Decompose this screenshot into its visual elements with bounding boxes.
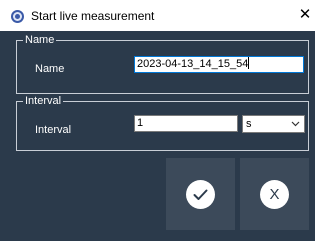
cancel-icon-circle: X [260,180,289,209]
title-bar: Start live measurement ✕ [0,0,315,31]
name-input-value: 2023-04-13_14_15_54 [137,58,249,70]
interval-input[interactable]: 1 [134,115,238,132]
window-title: Start live measurement [31,9,155,23]
measurement-app-icon [11,10,24,23]
interval-input-value: 1 [137,117,144,129]
unit-select-value: s [246,118,252,130]
unit-select[interactable]: s [242,115,305,133]
name-group: Name Name 2023-04-13_14_15_54 [16,34,309,94]
text-caret [248,57,250,69]
interval-group-legend: Interval [23,95,64,108]
name-input[interactable]: 2023-04-13_14_15_54 [134,56,304,73]
close-button[interactable]: ✕ [296,5,314,25]
name-group-legend: Name [23,34,57,47]
name-label: Name [35,63,65,75]
cancel-button-label: X [269,186,280,203]
interval-label: Interval [35,124,72,136]
confirm-icon-circle [186,180,215,209]
chevron-down-icon [291,121,300,127]
interval-group: Interval Interval 1 s [16,95,309,151]
dialog-body: Name Name 2023-04-13_14_15_54 Interval I… [0,31,315,241]
confirm-button[interactable] [166,158,235,230]
checkmark-icon [193,189,208,200]
cancel-button[interactable]: X [240,158,309,230]
